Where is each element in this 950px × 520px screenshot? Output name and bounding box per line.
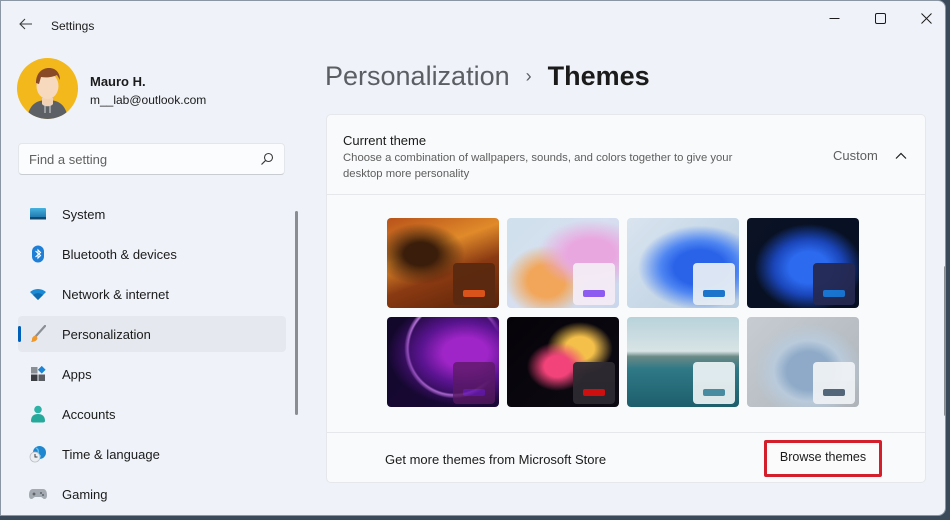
theme-accent-swatch <box>703 389 725 396</box>
theme-window-preview <box>573 362 615 404</box>
close-button[interactable] <box>903 1 945 35</box>
user-email: m__lab@outlook.com <box>90 93 207 107</box>
sidebar-item-time-language[interactable]: Time & language <box>18 436 286 472</box>
theme-accent-swatch <box>583 389 605 396</box>
search-icon[interactable] <box>260 152 274 166</box>
store-row: Get more themes from Microsoft Store Bro… <box>327 432 925 482</box>
minimize-button[interactable] <box>811 1 857 35</box>
search-input[interactable] <box>29 144 249 174</box>
sidebar-item-label: Personalization <box>62 326 151 342</box>
sidebar-item-label: Gaming <box>62 486 108 502</box>
page-title: Themes <box>547 61 650 91</box>
current-theme-description: Choose a combination of wallpapers, soun… <box>343 152 733 180</box>
back-button[interactable] <box>15 13 37 35</box>
chevron-up-icon[interactable] <box>894 150 908 162</box>
sidebar-item-bluetooth[interactable]: Bluetooth & devices <box>18 236 286 272</box>
sidebar-item-label: Bluetooth & devices <box>62 246 177 262</box>
sidebar-item-gaming[interactable]: Gaming <box>18 476 286 512</box>
search-box[interactable] <box>18 143 285 175</box>
sidebar-item-label: Accounts <box>62 406 116 422</box>
browse-themes-button[interactable]: Browse themes <box>764 440 882 477</box>
app-title: Settings <box>51 19 95 33</box>
theme-window-preview <box>453 362 495 404</box>
current-theme-title: Current theme <box>343 133 427 148</box>
bluetooth-icon <box>29 245 47 263</box>
user-name: Mauro H. <box>90 74 146 89</box>
theme-thumbnail[interactable] <box>387 317 499 407</box>
title-bar: Settings <box>1 1 945 49</box>
theme-window-preview <box>693 362 735 404</box>
sidebar-item-label: Apps <box>62 366 92 382</box>
breadcrumb-parent[interactable]: Personalization <box>325 61 510 92</box>
current-theme-header[interactable]: Current theme Choose a combination of wa… <box>327 115 925 195</box>
chevron-right-icon: › <box>525 66 532 86</box>
wifi-icon <box>29 286 47 302</box>
theme-window-preview <box>693 263 735 305</box>
theme-window-preview <box>573 263 615 305</box>
active-indicator <box>18 326 21 342</box>
sidebar-item-system[interactable]: System <box>18 196 286 232</box>
paintbrush-icon <box>29 325 47 342</box>
monitor-icon <box>29 206 47 222</box>
theme-accent-swatch <box>703 290 725 297</box>
theme-window-preview <box>813 263 855 305</box>
sidebar-item-accounts[interactable]: Accounts <box>18 396 286 432</box>
theme-thumbnail[interactable] <box>747 218 859 308</box>
theme-window-preview <box>813 362 855 404</box>
sidebar-item-label: System <box>62 206 106 222</box>
theme-accent-swatch <box>583 290 605 297</box>
settings-window: Settings Mauro H. m__lab@outlook.com Fin… <box>0 0 946 516</box>
close-icon <box>920 12 932 24</box>
globe-clock-icon <box>29 446 47 463</box>
sidebar-item-personalization[interactable]: Personalization <box>18 316 286 352</box>
current-theme-card: Current theme Choose a combination of wa… <box>326 114 926 483</box>
sidebar-item-network[interactable]: Network & internet <box>18 276 286 312</box>
theme-thumbnail[interactable] <box>507 317 619 407</box>
main-scrollbar[interactable] <box>944 266 945 416</box>
maximize-button[interactable] <box>857 1 903 35</box>
theme-thumbnail[interactable] <box>627 218 739 308</box>
breadcrumb: Personalization › Themes <box>325 61 650 92</box>
theme-accent-swatch <box>463 290 485 297</box>
sidebar-item-apps[interactable]: Apps <box>18 356 286 392</box>
theme-thumbnail[interactable] <box>747 317 859 407</box>
apps-icon <box>29 366 47 382</box>
person-icon <box>29 405 47 423</box>
theme-thumbnail[interactable] <box>627 317 739 407</box>
themes-grid <box>387 218 860 407</box>
avatar[interactable] <box>17 58 78 119</box>
sidebar-item-label: Network & internet <box>62 286 169 302</box>
sidebar-nav: System Bluetooth & devices Network & int… <box>18 196 286 515</box>
theme-thumbnail[interactable] <box>507 218 619 308</box>
sidebar-item-label: Time & language <box>62 446 160 462</box>
user-avatar-icon <box>27 68 68 119</box>
theme-window-preview <box>453 263 495 305</box>
current-theme-value: Custom <box>833 148 878 163</box>
theme-accent-swatch <box>463 389 485 396</box>
arrow-left-icon <box>19 18 32 30</box>
store-label: Get more themes from Microsoft Store <box>385 452 607 467</box>
sidebar-scrollbar[interactable] <box>295 211 298 415</box>
maximize-icon <box>874 12 886 24</box>
theme-accent-swatch <box>823 389 845 396</box>
theme-accent-swatch <box>823 290 845 297</box>
theme-thumbnail[interactable] <box>387 218 499 308</box>
gamepad-icon <box>29 486 47 502</box>
minimize-icon <box>829 17 839 19</box>
